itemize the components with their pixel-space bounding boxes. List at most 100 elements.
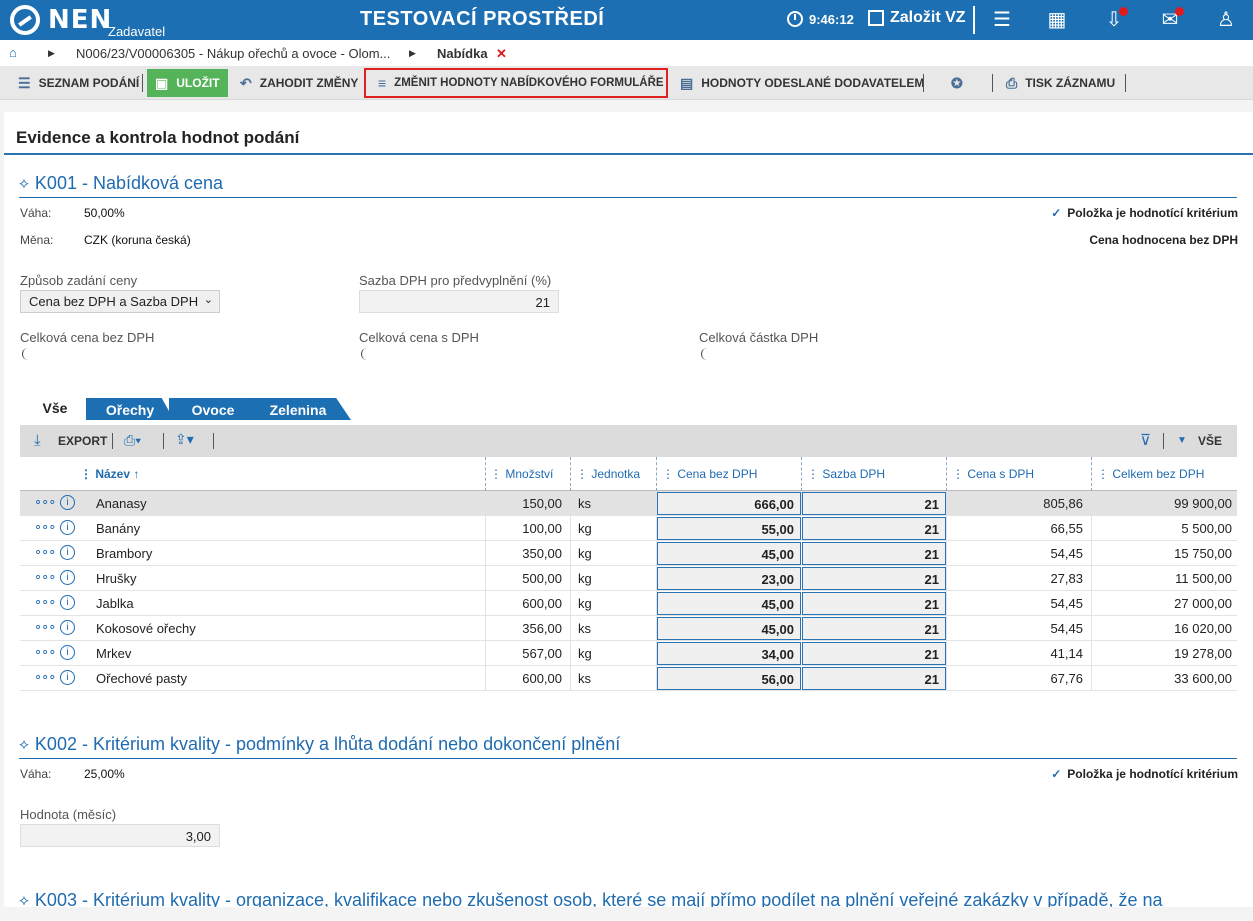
k002-title: K002 - Kritérium kvality - podmínky a lh… [34,734,621,754]
more-options-icon[interactable]: ∘∘∘ [34,669,56,685]
more-options-icon[interactable]: ∘∘∘ [34,494,56,510]
column-header-total[interactable]: ⋮ Celkem bez DPH [1097,467,1204,481]
cell-unit: kg [578,646,592,661]
breadcrumb-arrow-icon: ▶ [48,48,55,58]
vat-input[interactable]: 21 [802,492,946,515]
tab-all[interactable]: Vše [22,396,88,420]
price-input[interactable]: 56,00 [657,667,801,690]
k001-weight-value: 50,00% [84,206,125,220]
column-separator [656,457,657,491]
view-all-selector[interactable]: VŠE [1198,434,1222,448]
info-icon[interactable]: i [60,595,75,610]
cell-divider [946,641,947,666]
price-input[interactable]: 45,00 [657,592,801,615]
home-icon[interactable]: ⌂ [9,45,17,60]
info-icon[interactable]: i [60,620,75,635]
price-input[interactable]: 23,00 [657,567,801,590]
divider [973,6,975,34]
change-form-values-button[interactable]: ≡ ZMĚNIT HODNOTY NABÍDKOVÉHO FORMULÁŘE [378,66,664,100]
price-input[interactable]: 45,00 [657,542,801,565]
filter-icon[interactable]: ⊽ [1140,431,1151,449]
table-row[interactable]: ∘∘∘ i Banány 100,00 kg 55,00 21 66,55 5 500,00 [20,516,1237,541]
more-options-icon[interactable]: ∘∘∘ [34,544,56,560]
column-header-quantity[interactable]: ⋮ Množství [490,467,553,481]
vat-input[interactable]: 21 [802,517,946,540]
k001-criterion-note: ✓ Položka je hodnotící kritérium [1051,206,1238,220]
close-tab-icon[interactable]: ✕ [496,46,507,62]
price-input[interactable]: 666,00 [657,492,801,515]
award-icon: ✪ [951,74,963,91]
print-record-button[interactable]: ⎙ TISK ZÁZNAMU [1006,66,1115,100]
vat-input[interactable]: 21 [802,642,946,665]
breadcrumb-contract[interactable]: N006/23/V00006305 - Nákup ořechů a ovoce… [76,46,390,61]
cell-quantity: 150,00 [522,496,562,511]
more-options-icon[interactable]: ∘∘∘ [34,519,56,535]
discard-changes-label: ZAHODIT ZMĚNY [259,76,359,90]
share-dropdown-icon[interactable]: ⇪▾ [175,431,194,448]
user-icon[interactable]: ♙ [1214,8,1238,32]
vat-input[interactable]: 21 [802,592,946,615]
column-header-price-vat[interactable]: ⋮ Cena s DPH [952,467,1034,481]
submissions-list-button[interactable]: ☰ SEZNAM PODÁNÍ [18,66,139,100]
more-options-icon[interactable]: ∘∘∘ [34,644,56,660]
sent-values-button[interactable]: ▤ HODNOTY ODESLANÉ DODAVATELEM [680,66,924,100]
price-input[interactable]: 55,00 [657,517,801,540]
info-icon[interactable]: i [60,520,75,535]
price-mode-select[interactable]: Cena bez DPH a Sazba DPH ⌄ [20,290,220,313]
vat-input[interactable]: 21 [802,542,946,565]
total-vat-amount-label: Celková částka DPH [699,330,819,345]
more-options-icon[interactable]: ∘∘∘ [34,619,56,635]
table-row[interactable]: ∘∘∘ i Ořechové pasty 600,00 ks 56,00 21 67,76 33… [20,666,1237,691]
cell-divider [485,641,486,666]
column-header-unit[interactable]: ⋮ Jednotka [576,467,640,481]
table-row[interactable]: ∘∘∘ i Hrušky 500,00 kg 23,00 21 27,83 11 500,00 [20,566,1237,591]
k002-value-label: Hodnota (měsíc) [20,807,117,822]
award-button[interactable]: ✪ [951,66,971,100]
more-options-icon[interactable]: ∘∘∘ [34,594,56,610]
tab-fruit[interactable]: Ovoce [169,398,257,420]
table-row[interactable]: ∘∘∘ i Kokosové ořechy 356,00 ks 45,00 21 54,45 1… [20,616,1237,641]
menu-icon[interactable]: ☰ [990,8,1014,32]
calculator-icon[interactable]: ▦ [1045,8,1069,32]
vat-input[interactable]: 21 [802,617,946,640]
nen-logo[interactable]: NEN [10,4,112,36]
price-input[interactable]: 34,00 [657,642,801,665]
info-icon[interactable]: i [60,545,75,560]
cell-quantity: 356,00 [522,621,562,636]
column-header-name[interactable]: ⋮ Název ↑ [80,467,139,481]
total-with-vat-label: Celková cena s DPH [359,330,479,345]
vat-rate-field[interactable]: 21 [359,290,559,313]
cell-divider [485,566,486,591]
vat-input[interactable]: 21 [802,667,946,690]
divider [142,74,143,92]
vat-input[interactable]: 21 [802,567,946,590]
info-icon[interactable]: i [60,570,75,585]
tab-nuts[interactable]: Ořechy [86,398,174,420]
cell-quantity: 600,00 [522,596,562,611]
table-row[interactable]: ∘∘∘ i Brambory 350,00 kg 45,00 21 54,45 15 750,0… [20,541,1237,566]
export-button[interactable]: EXPORT [58,434,107,448]
table-row[interactable]: ∘∘∘ i Jablka 600,00 kg 45,00 21 54,45 27 000,00 [20,591,1237,616]
print-dropdown-icon[interactable]: ⎙▾ [124,432,141,449]
save-button[interactable]: ▣ ULOŽIT [147,69,228,97]
info-icon[interactable]: i [60,495,75,510]
table-row[interactable]: ∘∘∘ i Ananasy 150,00 ks 666,00 21 805,86 99 900,… [20,491,1237,516]
page-title: Evidence a kontrola hodnot podání [16,128,300,147]
tab-vegetables[interactable]: Zelenina [245,398,351,420]
cell-name: Jablka [96,596,134,611]
breadcrumb: ⌂ ▶ N006/23/V00006305 - Nákup ořechů a o… [0,40,1253,66]
create-contract-button[interactable]: Založit VZ [868,9,966,27]
more-options-icon[interactable]: ∘∘∘ [34,569,56,585]
grid-toolbar: ⤓ EXPORT ⎙▾ ⇪▾ ⊽ ▼ VŠE [20,425,1237,457]
column-header-vat[interactable]: ⋮ Sazba DPH [807,467,885,481]
info-icon[interactable]: i [60,645,75,660]
discard-changes-button[interactable]: ↶ ZAHODIT ZMĚNY [240,66,358,100]
info-icon[interactable]: i [60,670,75,685]
k002-value-field[interactable]: 3,00 [20,824,220,847]
k001-heading: ⟡ K001 - Nabídková cena [19,173,223,194]
column-header-price[interactable]: ⋮ Cena bez DPH [662,467,757,481]
column-name-label: Název [95,467,131,481]
table-row[interactable]: ∘∘∘ i Mrkev 567,00 kg 34,00 21 41,14 19 278,00 [20,641,1237,666]
cell-total: 99 900,00 [1174,496,1232,511]
price-input[interactable]: 45,00 [657,617,801,640]
